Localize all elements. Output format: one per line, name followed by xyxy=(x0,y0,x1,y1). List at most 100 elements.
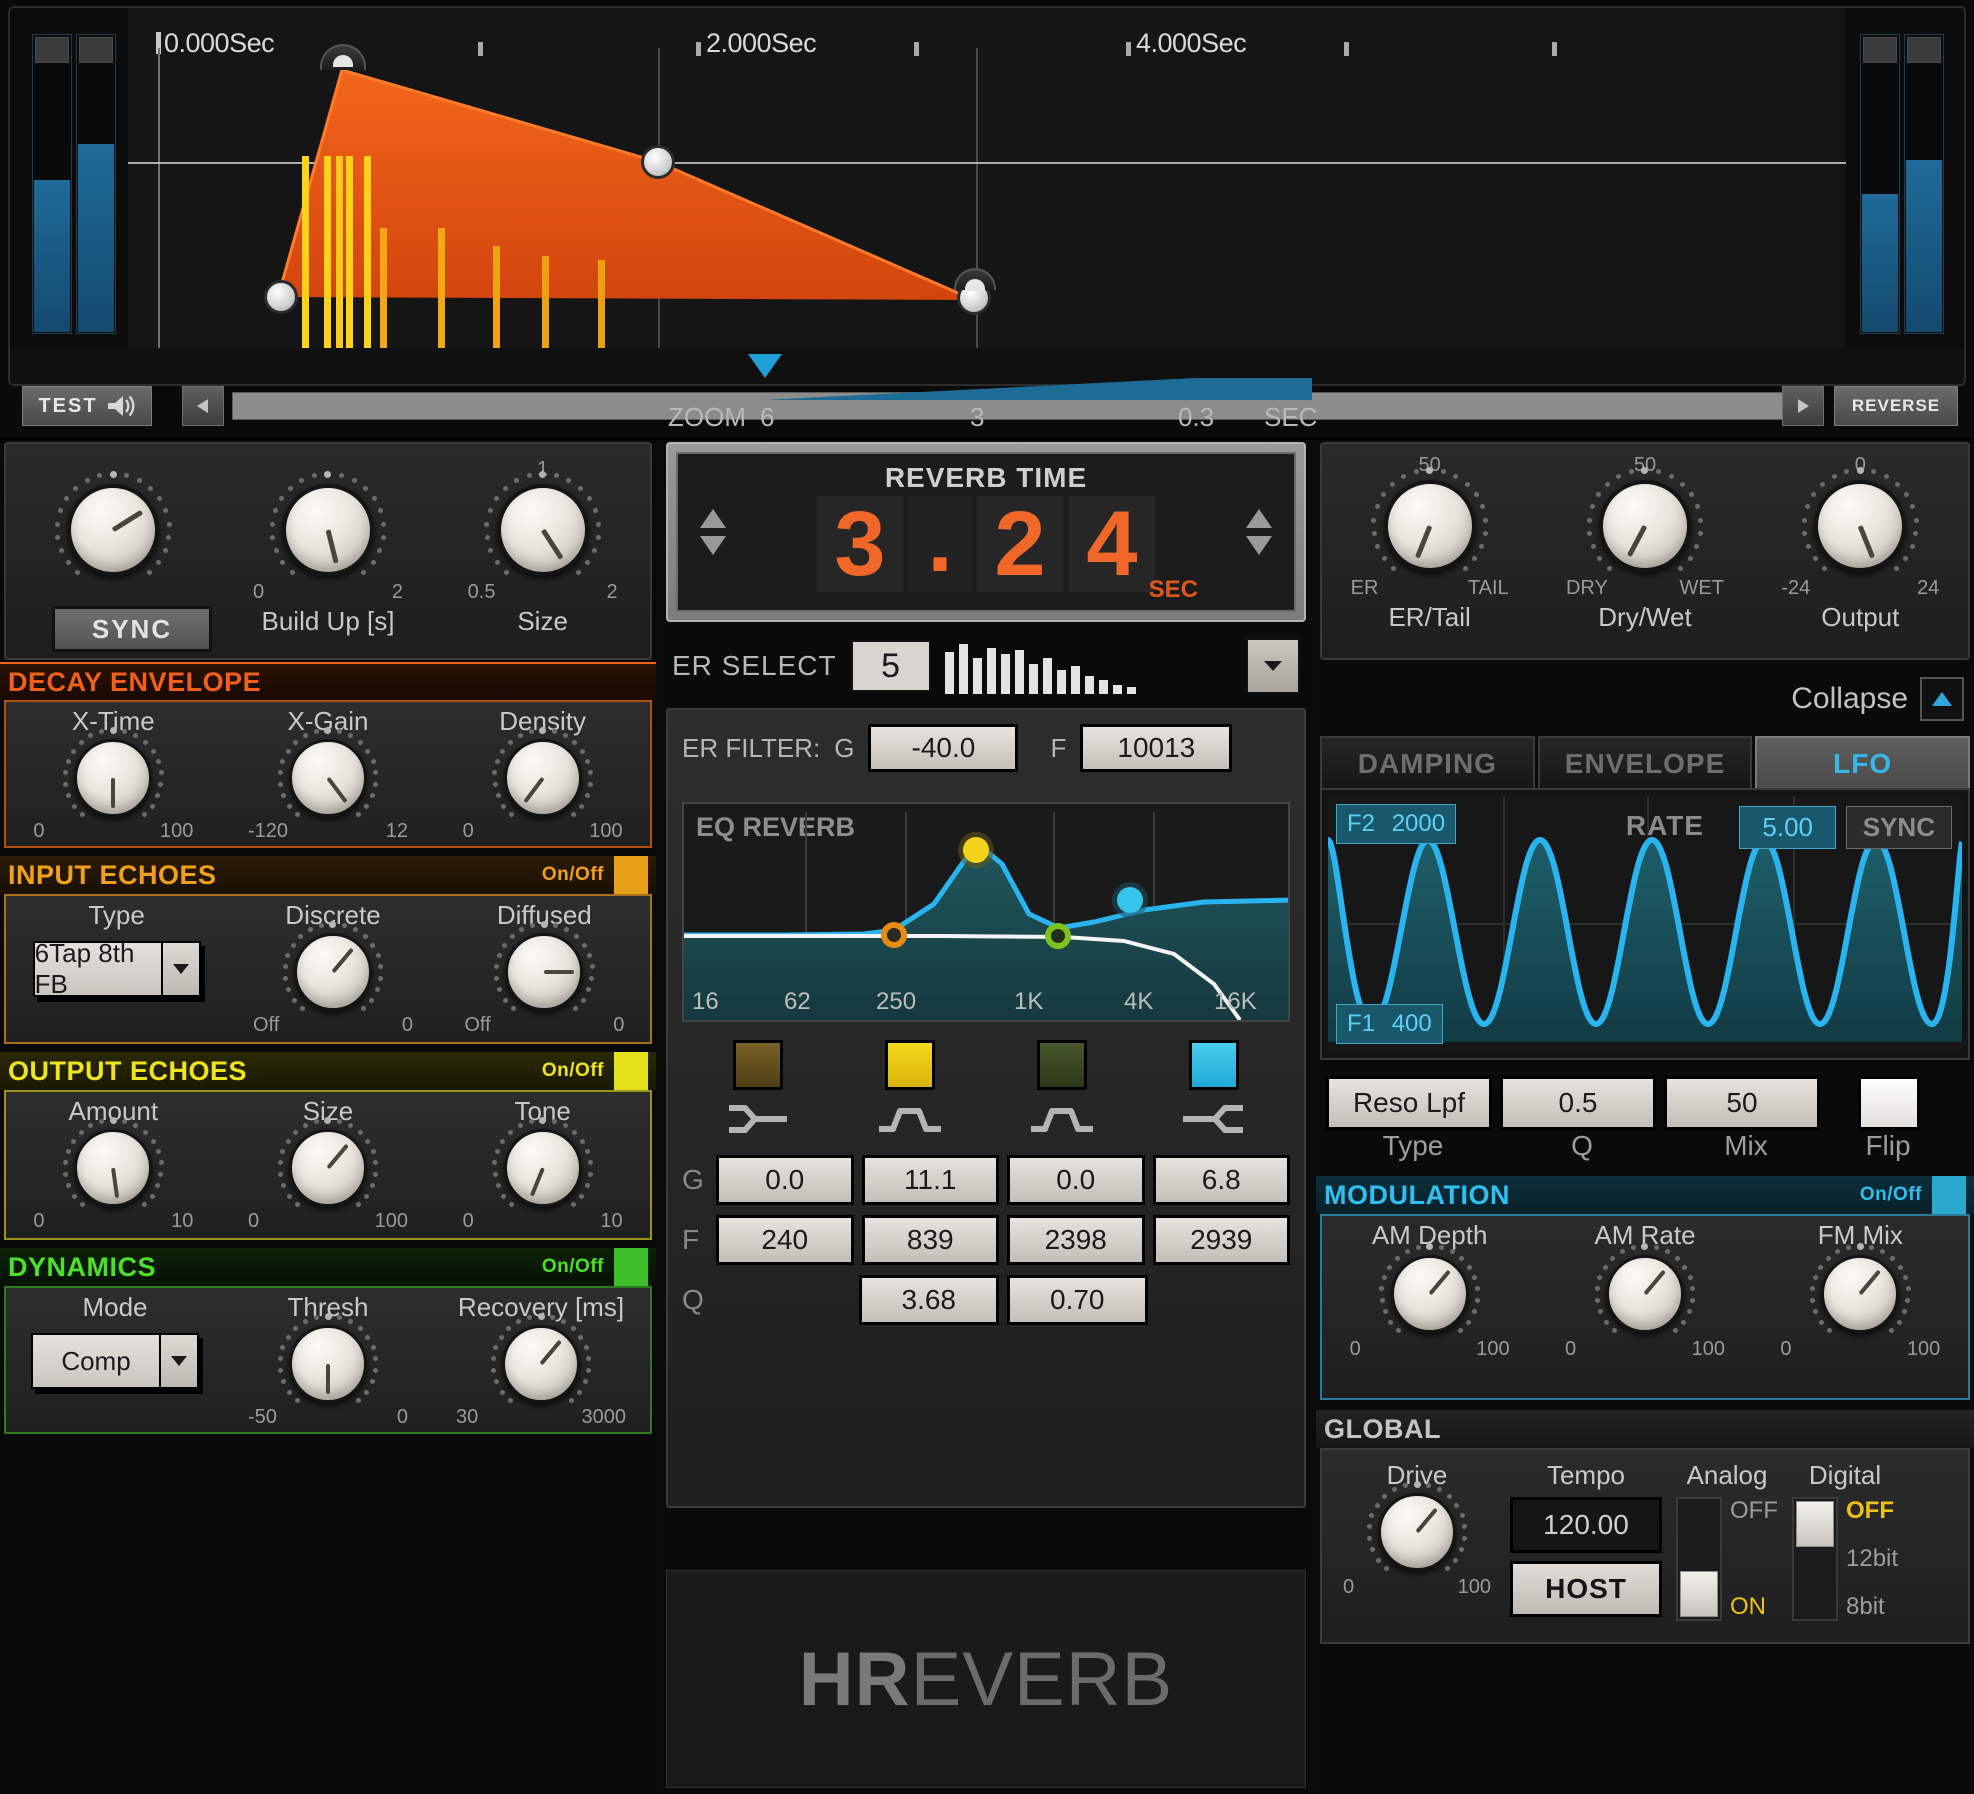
eq-reverb-graph[interactable]: EQ REVERB 16 62 250 1K 4K 16K xyxy=(682,802,1290,1022)
analog-switch[interactable] xyxy=(1676,1497,1722,1621)
am-rate-control[interactable]: AM Rate 0 100 xyxy=(1545,1220,1745,1398)
input-echoes-led[interactable] xyxy=(614,856,648,894)
zoom-thumb-icon[interactable] xyxy=(748,354,782,378)
input-echo-type-dropdown[interactable]: 6Tap 8th FB xyxy=(32,938,201,999)
thresh-knob[interactable] xyxy=(277,1312,379,1404)
eq-band2-gain[interactable]: 11.1 xyxy=(861,1155,999,1205)
tab-damping[interactable]: DAMPING xyxy=(1320,736,1535,790)
x-time-control[interactable]: X-Time 0 100 xyxy=(18,706,208,846)
eq-band3-freq[interactable]: 2398 xyxy=(1007,1215,1145,1265)
spinner-up-icon[interactable] xyxy=(1246,509,1272,528)
eq-band2-freq[interactable]: 839 xyxy=(861,1215,999,1265)
er-tail-control[interactable]: 50 ER TAIL ER/Tail xyxy=(1340,454,1520,633)
collapse-button[interactable] xyxy=(1920,677,1964,721)
digital-switch-thumb[interactable] xyxy=(1796,1501,1834,1547)
out-amount-control[interactable]: Amount 0 10 xyxy=(18,1096,208,1238)
er-filter-freq-field[interactable]: 10013 xyxy=(1080,724,1233,772)
eq-band3-gain[interactable]: 0.0 xyxy=(1007,1155,1145,1205)
decay-envelope-plot[interactable]: 0.000Sec 2.000Sec 4.000Sec xyxy=(128,8,1846,352)
x-time-knob[interactable] xyxy=(63,726,164,818)
eq-band1-freq[interactable]: 240 xyxy=(716,1215,854,1265)
test-button[interactable]: TEST xyxy=(22,386,152,426)
eq-band-2-swatch[interactable] xyxy=(885,1040,935,1090)
dynamics-mode-dropdown[interactable]: Comp xyxy=(31,1333,199,1389)
build-up-knob[interactable] xyxy=(269,470,387,576)
build-up-control[interactable]: 0 2 Build Up [s] xyxy=(238,458,418,637)
reso-flip-toggle[interactable] xyxy=(1858,1076,1920,1130)
lfo-f2-field[interactable]: F2 2000 xyxy=(1336,804,1457,844)
am-depth-control[interactable]: AM Depth 0 100 xyxy=(1330,1220,1530,1398)
er-select-value[interactable]: 5 xyxy=(850,640,931,692)
out-tone-control[interactable]: Tone 0 10 xyxy=(448,1096,638,1238)
tempo-field[interactable]: 120.00 xyxy=(1510,1497,1662,1553)
eq-band-3[interactable] xyxy=(1029,1040,1095,1136)
er-select-dropdown[interactable] xyxy=(1246,638,1300,694)
lfo-waveform-graph[interactable]: F2 2000 RATE 5.00 SYNC F1 400 xyxy=(1328,796,1962,1052)
density-control[interactable]: Density 0 100 xyxy=(448,706,638,846)
analog-switch-thumb[interactable] xyxy=(1680,1571,1718,1617)
size-control[interactable]: 1 0.5 2 Size xyxy=(453,458,633,637)
eq-node-band2[interactable] xyxy=(963,837,989,863)
eq-band-3-swatch[interactable] xyxy=(1037,1040,1087,1090)
tab-envelope[interactable]: ENVELOPE xyxy=(1537,736,1753,790)
out-size-control[interactable]: Size 0 100 xyxy=(233,1096,423,1238)
output-control[interactable]: 0 -24 24 Output xyxy=(1770,454,1950,633)
out-size-knob[interactable] xyxy=(277,1116,379,1208)
drive-control[interactable]: Drive 0 100 xyxy=(1334,1460,1500,1598)
eq-node-band3[interactable] xyxy=(1045,923,1071,949)
x-gain-knob[interactable] xyxy=(277,726,379,818)
reso-mix-field[interactable]: 50 xyxy=(1664,1076,1820,1130)
thresh-control[interactable]: Thresh -50 0 xyxy=(233,1292,423,1432)
reverb-time-spinner-right[interactable] xyxy=(1246,509,1272,555)
eq-band4-gain[interactable]: 6.8 xyxy=(1152,1155,1290,1205)
scroll-left-button[interactable] xyxy=(182,386,224,426)
fm-mix-control[interactable]: FM Mix 0 100 xyxy=(1760,1220,1960,1398)
reverb-digit-hundredths[interactable]: 4 xyxy=(1069,496,1155,592)
eq-band-1-swatch[interactable] xyxy=(733,1040,783,1090)
sync-button[interactable]: SYNC xyxy=(52,606,212,652)
reso-q-field[interactable]: 0.5 xyxy=(1500,1076,1656,1130)
size-knob[interactable] xyxy=(484,470,601,576)
reverb-time-digits[interactable]: 3 . 2 4 xyxy=(678,494,1294,592)
x-gain-control[interactable]: X-Gain -120 12 xyxy=(233,706,423,846)
dynamics-led[interactable] xyxy=(614,1248,648,1286)
eq-band-1[interactable] xyxy=(725,1040,791,1136)
dry-wet-control[interactable]: 50 DRY WET Dry/Wet xyxy=(1555,454,1735,633)
eq-band-2[interactable] xyxy=(877,1040,943,1136)
fm-mix-knob[interactable] xyxy=(1810,1242,1911,1334)
modulation-led[interactable] xyxy=(1932,1176,1966,1214)
er-filter-gain-field[interactable]: -40.0 xyxy=(868,724,1019,772)
output-echoes-led[interactable] xyxy=(614,1052,648,1090)
reso-type-field[interactable]: Reso Lpf xyxy=(1326,1076,1492,1130)
am-rate-knob[interactable] xyxy=(1594,1242,1696,1334)
envelope-start-handle[interactable] xyxy=(264,280,298,314)
recovery-control[interactable]: Recovery [ms] 30 3000 xyxy=(441,1292,641,1432)
digital-switch[interactable] xyxy=(1792,1497,1838,1621)
diffused-knob[interactable] xyxy=(494,920,595,1012)
reverb-digit-tenths[interactable]: 2 xyxy=(977,496,1063,592)
er-tail-knob[interactable] xyxy=(1371,466,1488,572)
input-type-control[interactable]: Type 6Tap 8th FB xyxy=(17,900,217,1042)
dry-wet-knob[interactable] xyxy=(1586,466,1704,572)
diffused-control[interactable]: Diffused Off 0 xyxy=(449,900,639,1042)
tab-lfo[interactable]: LFO xyxy=(1755,736,1971,790)
scroll-right-button[interactable] xyxy=(1782,386,1824,426)
drive-knob[interactable] xyxy=(1366,1480,1468,1572)
discrete-control[interactable]: Discrete Off 0 xyxy=(238,900,428,1042)
lfo-rate-field[interactable]: 5.00 xyxy=(1739,806,1836,849)
out-tone-knob[interactable] xyxy=(492,1116,593,1208)
eq-band-4[interactable] xyxy=(1181,1040,1247,1136)
eq-band3-q[interactable]: 0.70 xyxy=(1007,1275,1148,1325)
discrete-knob[interactable] xyxy=(282,920,384,1012)
eq-node-band4[interactable] xyxy=(1117,887,1143,913)
eq-band-4-swatch[interactable] xyxy=(1189,1040,1239,1090)
am-depth-knob[interactable] xyxy=(1379,1242,1480,1334)
reverse-button[interactable]: REVERSE xyxy=(1834,386,1958,426)
recovery-knob[interactable] xyxy=(490,1312,592,1404)
lfo-f1-field[interactable]: F1 400 xyxy=(1336,1004,1443,1044)
reverb-digit-ones[interactable]: 3 xyxy=(817,496,903,592)
eq-band4-freq[interactable]: 2939 xyxy=(1152,1215,1290,1265)
out-amount-knob[interactable] xyxy=(63,1116,164,1208)
envelope-mid-handle[interactable] xyxy=(641,145,675,179)
spinner-down-icon[interactable] xyxy=(1246,536,1272,555)
